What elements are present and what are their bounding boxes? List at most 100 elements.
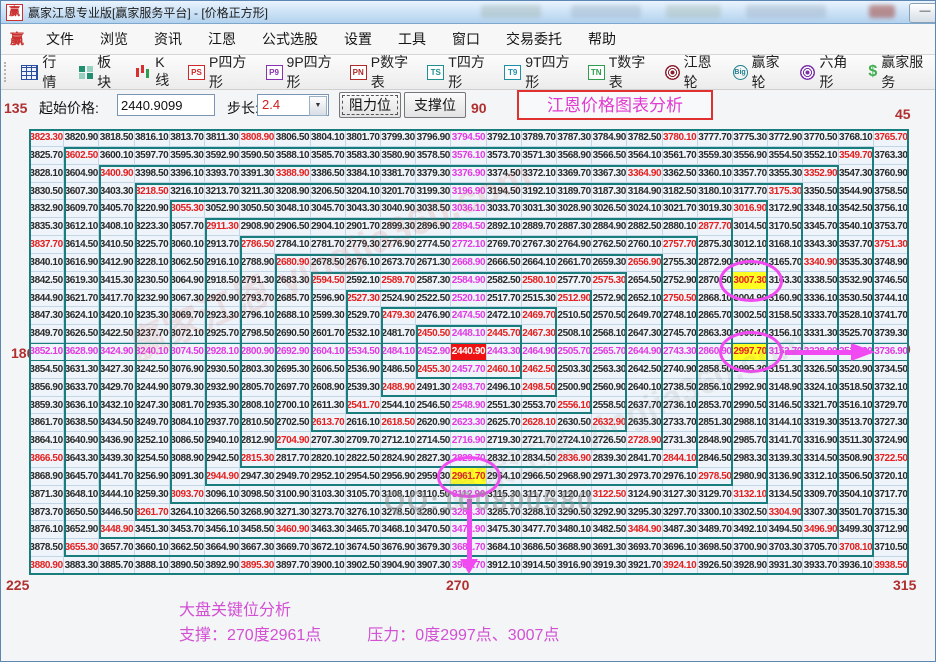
menu-item-7[interactable]: 工具: [385, 29, 439, 49]
grid-cell: 3573.70: [487, 147, 522, 165]
grid-cell: 2822.50: [346, 450, 381, 468]
grid-cell: 2510.50: [557, 307, 592, 325]
grid-cell: 3295.30: [627, 504, 662, 522]
grid-cell: 2529.70: [346, 307, 381, 325]
minimize-button[interactable]: —: [909, 3, 936, 23]
grid-cell: 2664.10: [522, 254, 557, 272]
grid-cell: 3566.50: [592, 147, 627, 165]
menu-item-6[interactable]: 设置: [331, 29, 385, 49]
grid-cell: 3465.70: [346, 521, 381, 539]
grid-cell: 2841.70: [627, 450, 662, 468]
grid-cell: 2700.10: [275, 397, 310, 415]
resistance-button[interactable]: 阻力位: [339, 92, 401, 118]
grid-cell: 2942.50: [205, 450, 240, 468]
grid-cell: 3300.10: [698, 504, 733, 522]
grid-cell: 3004.90: [733, 290, 768, 308]
menu-item-1[interactable]: 文件: [33, 29, 87, 49]
grid-cell: 3120.10: [557, 486, 592, 504]
grid-cell: 2678.50: [311, 254, 346, 272]
angle-label-225: 225: [6, 577, 29, 593]
step-combobox[interactable]: 2.4 ▼: [257, 94, 329, 116]
toolbar-button-3[interactable]: K线: [126, 54, 180, 90]
grid-cell: 3036.10: [451, 200, 486, 218]
start-price-input[interactable]: [117, 94, 215, 116]
analysis-pressure: 压力：0度2997点、3007点: [367, 627, 559, 644]
grid-cell: 2908.90: [240, 218, 275, 236]
grid-cell: 3799.30: [381, 129, 416, 147]
grid-cell: 3489.70: [698, 521, 733, 539]
grid-cell: 2781.70: [311, 236, 346, 254]
toolbar-button-6[interactable]: PNP数字表: [342, 52, 420, 92]
grid-cell: 3914.50: [522, 557, 557, 575]
grid-cell: 2944.90: [205, 468, 240, 486]
grid-cell: 3103.30: [311, 486, 346, 504]
grid-cell: 3211.30: [240, 183, 275, 201]
toolbar-button-10[interactable]: 江恩轮: [657, 52, 725, 92]
content-area: 起始价格: 步长: 2.4 ▼ 阻力位 支撑位 江恩价格图表分析 135 90 …: [1, 90, 935, 662]
grid-cell: 3681.70: [451, 539, 486, 557]
toolbar-button-5[interactable]: P99P四方形: [258, 52, 342, 92]
grid-cell: 2491.30: [416, 379, 451, 397]
menu-item-10[interactable]: 帮助: [575, 29, 629, 49]
grid-cell: 3650.50: [64, 504, 99, 522]
grid-cell: 2923.30: [205, 307, 240, 325]
grid-cell: 2616.10: [346, 414, 381, 432]
grid-cell: 3861.70: [29, 414, 64, 432]
toolbar-button-12[interactable]: 六角形: [792, 52, 860, 92]
grid-cell: 3600.10: [99, 147, 134, 165]
grid-cell: 3715.30: [874, 504, 909, 522]
grid-cell: 2460.10: [487, 361, 522, 379]
grid-cell: 2971.30: [592, 468, 627, 486]
grid-cell: 3232.90: [135, 290, 170, 308]
grid-cell: 3412.90: [99, 254, 134, 272]
toolbar-button-11[interactable]: Big赢家轮: [725, 52, 793, 92]
grid-cell: 3501.70: [839, 504, 874, 522]
grid-cell: 3096.10: [205, 486, 240, 504]
support-button[interactable]: 支撑位: [404, 92, 466, 118]
grid-cell: 2582.50: [487, 272, 522, 290]
grid-cell: 3780.10: [663, 129, 698, 147]
grid-cell: 2745.70: [663, 325, 698, 343]
menu-item-2[interactable]: 浏览: [87, 29, 141, 49]
grid-cell: 3621.70: [64, 290, 99, 308]
grid-cell: 3789.70: [522, 129, 557, 147]
grid-cell: 3381.70: [381, 165, 416, 183]
toolbar-button-13[interactable]: $赢家服务: [860, 52, 935, 92]
grid-cell: 3734.50: [874, 361, 909, 379]
menu-item-5[interactable]: 公式选股: [249, 29, 331, 49]
grid-cell: 2798.50: [240, 325, 275, 343]
grid-cell: 3847.30: [29, 307, 64, 325]
grid-cell: 3801.70: [346, 129, 381, 147]
grid-cell: 2611.30: [311, 397, 346, 415]
toolbar-button-2[interactable]: 板块: [71, 52, 126, 92]
toolbar-button-9[interactable]: TNT数字表: [580, 52, 657, 92]
grid-cell: 3240.10: [135, 343, 170, 361]
menu-item-8[interactable]: 窗口: [439, 29, 493, 49]
toolbar-button-8[interactable]: T99T四方形: [496, 52, 580, 92]
grid-cell: 2515.30: [522, 290, 557, 308]
toolbar-button-7[interactable]: TST四方形: [419, 52, 496, 92]
grid-cell: 3463.30: [311, 521, 346, 539]
grid-cell: 3475.30: [487, 521, 522, 539]
grid-cell: 2584.90: [451, 272, 486, 290]
chevron-down-icon[interactable]: ▼: [309, 96, 327, 116]
grid-cell: 3808.90: [240, 129, 275, 147]
grid-cell: 2642.50: [627, 361, 662, 379]
menu-item-4[interactable]: 江恩: [195, 29, 249, 49]
grid-cell: 3316.90: [803, 432, 838, 450]
menu-item-3[interactable]: 资讯: [141, 29, 195, 49]
grid-cell: 2481.70: [381, 325, 416, 343]
grid-cell: 3648.10: [64, 486, 99, 504]
grid-cell: 2772.10: [451, 236, 486, 254]
menu-item-9[interactable]: 交易委托: [493, 29, 575, 49]
winner-wheel-icon: Big: [733, 65, 748, 80]
grid-cell: 3132.10: [733, 486, 768, 504]
grid-cell: 2868.10: [698, 290, 733, 308]
grid-cell: 2976.10: [663, 468, 698, 486]
grid-cell: 3866.50: [29, 450, 64, 468]
toolbar-button-1[interactable]: 行情: [13, 52, 71, 92]
toolbar-button-4[interactable]: PSP四方形: [180, 52, 258, 92]
grid-cell: 3460.90: [275, 521, 310, 539]
grid-cell: 3252.10: [135, 432, 170, 450]
grid-cell: 3367.30: [592, 165, 627, 183]
